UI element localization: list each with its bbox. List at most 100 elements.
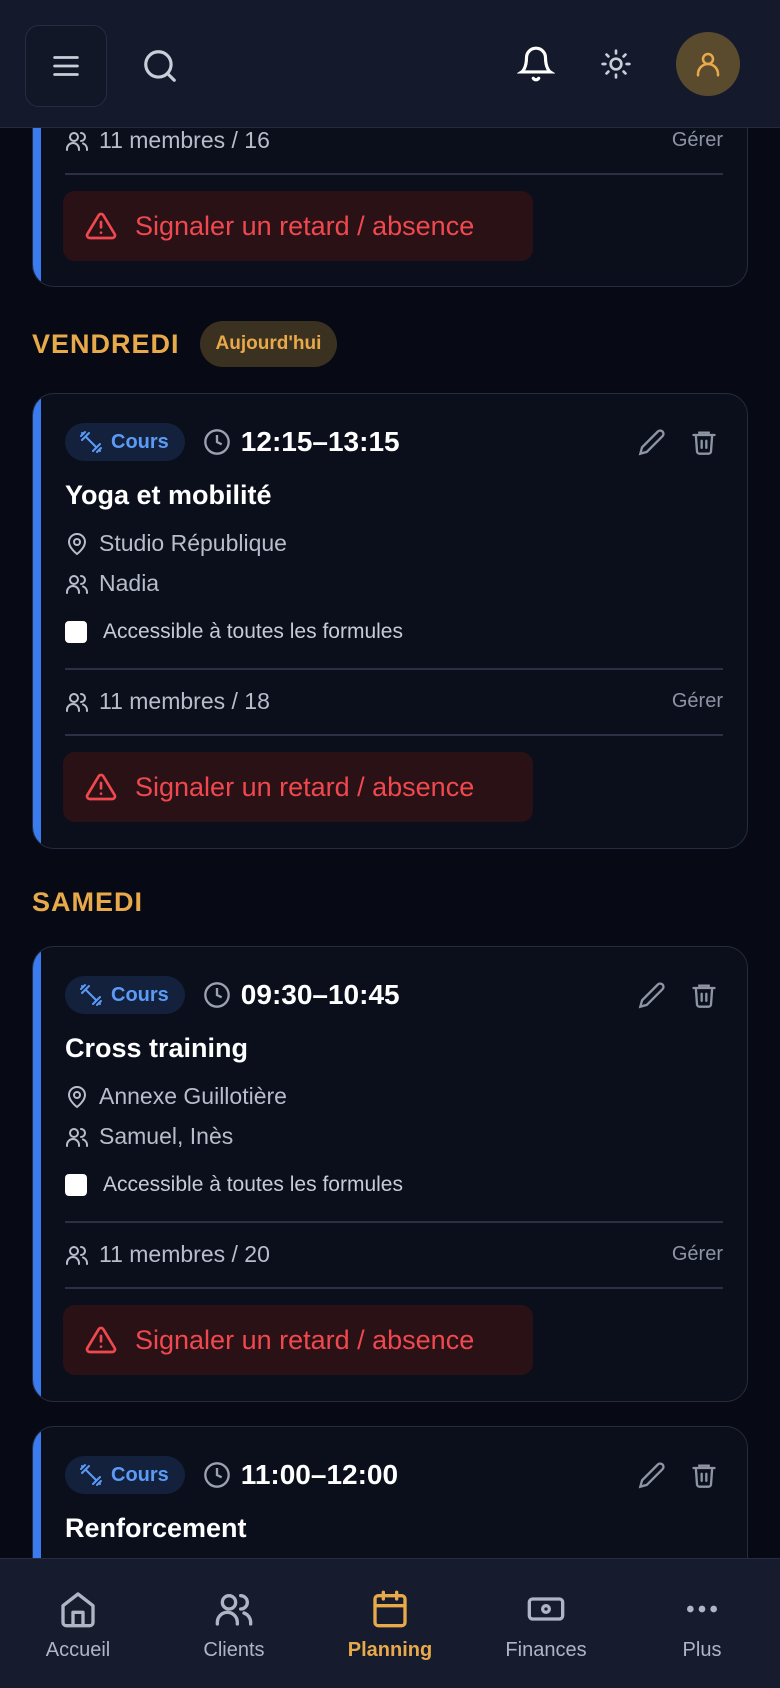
badge-label: Cours — [111, 430, 169, 453]
time-label: 09:30–10:45 — [240, 979, 400, 1010]
session-card[interactable]: Cours 12:15–13:15 Yoga et mobilité Studi… — [32, 393, 748, 849]
theme-toggle-button[interactable] — [588, 36, 644, 92]
members-row: 11 membres / 18 Gérer — [65, 688, 723, 715]
coach-label: Nadia — [99, 570, 160, 596]
nav-item-planning[interactable]: Planning — [312, 1559, 468, 1688]
bell-icon — [517, 46, 555, 82]
edit-icon[interactable] — [637, 1460, 667, 1490]
session-location: Annexe Guillotière — [65, 1083, 287, 1110]
dumbbell-icon — [80, 431, 102, 453]
avatar[interactable] — [676, 32, 740, 96]
coach-label: Samuel, Inès — [99, 1123, 234, 1149]
session-coach: Nadia — [65, 570, 159, 597]
sun-icon — [601, 49, 631, 79]
trash-icon[interactable] — [689, 980, 719, 1010]
divider — [65, 734, 723, 736]
session-header: Cours 11:00–12:00 — [65, 1455, 719, 1495]
dumbbell-icon — [80, 1464, 102, 1486]
search-button[interactable] — [132, 38, 188, 94]
session-coach: Samuel, Inès — [65, 1123, 233, 1150]
report-label: Signaler un retard / absence — [135, 210, 475, 241]
access-label: Accessible à toutes les formules — [103, 1173, 403, 1196]
manage-link[interactable]: Gérer — [672, 690, 723, 713]
access-checkbox-row[interactable]: Accessible à toutes les formules — [65, 1173, 403, 1197]
nav-item-plus[interactable]: Plus — [624, 1559, 780, 1688]
divider — [65, 1287, 723, 1289]
session-header: Cours 12:15–13:15 — [65, 422, 719, 462]
alert-triangle-icon — [85, 773, 117, 801]
bottom-navigation: Accueil Clients Planning Finances Plus — [0, 1558, 780, 1688]
notifications-button[interactable] — [508, 36, 564, 92]
location-label: Annexe Guillotière — [99, 1083, 287, 1109]
members-count: 11 membres / 16 — [99, 127, 270, 153]
search-icon — [144, 50, 176, 82]
users-icon — [212, 1587, 256, 1631]
access-label: Accessible à toutes les formules — [103, 620, 403, 643]
clock-icon — [203, 1462, 230, 1488]
trash-icon[interactable] — [689, 1460, 719, 1490]
access-checkbox[interactable] — [65, 1174, 87, 1196]
nav-item-accueil[interactable]: Accueil — [0, 1559, 156, 1688]
clock-icon — [203, 982, 230, 1008]
session-location: Studio République — [65, 530, 287, 557]
trash-icon[interactable] — [689, 427, 719, 457]
session-title: Renforcement — [65, 1513, 247, 1543]
divider — [65, 1221, 723, 1223]
members-count: 11 membres / 18 — [99, 688, 270, 714]
day-title: SAMEDI — [32, 886, 144, 917]
alert-triangle-icon — [85, 212, 117, 240]
session-title: Cross training — [65, 1033, 249, 1063]
map-pin-icon — [67, 1085, 87, 1108]
nav-label: Plus — [682, 1639, 722, 1661]
access-checkbox[interactable] — [65, 621, 87, 643]
menu-button[interactable] — [25, 25, 107, 107]
report-delay-button[interactable]: Signaler un retard / absence — [63, 752, 533, 822]
report-label: Signaler un retard / absence — [135, 771, 475, 802]
divider — [65, 668, 723, 670]
users-icon — [66, 1127, 88, 1147]
session-actions — [637, 427, 719, 457]
planning-content: 11 membres / 16 Gérer Signaler un retard… — [0, 0, 780, 1688]
edit-icon[interactable] — [637, 980, 667, 1010]
nav-item-clients[interactable]: Clients — [156, 1559, 312, 1688]
session-card[interactable]: Cours 09:30–10:45 Cross training Annexe … — [32, 946, 748, 1402]
calendar-icon — [368, 1587, 412, 1631]
more-icon — [680, 1587, 724, 1631]
divider — [65, 173, 723, 175]
users-icon — [66, 574, 88, 594]
location-label: Studio République — [99, 530, 287, 556]
session-actions — [637, 1460, 719, 1490]
manage-link[interactable]: Gérer — [672, 1243, 723, 1266]
users-icon — [66, 692, 88, 712]
access-checkbox-row[interactable]: Accessible à toutes les formules — [65, 620, 403, 644]
menu-icon — [53, 56, 79, 76]
members-row: 11 membres / 16 Gérer — [65, 127, 723, 154]
users-icon — [66, 1245, 88, 1265]
manage-link[interactable]: Gérer — [672, 129, 723, 152]
members-row: 11 membres / 20 Gérer — [65, 1241, 723, 1268]
nav-label: Clients — [203, 1639, 265, 1661]
nav-label: Accueil — [45, 1639, 111, 1661]
session-title: Yoga et mobilité — [65, 480, 272, 510]
map-pin-icon — [67, 532, 87, 555]
day-heading-saturday: SAMEDI — [32, 884, 143, 920]
edit-icon[interactable] — [637, 427, 667, 457]
nav-item-finances[interactable]: Finances — [468, 1559, 624, 1688]
session-type-badge: Cours — [65, 423, 185, 461]
time-label: 12:15–13:15 — [240, 426, 400, 457]
alert-triangle-icon — [85, 1326, 117, 1354]
members-count: 11 membres / 20 — [99, 1241, 270, 1267]
home-icon — [56, 1587, 100, 1631]
session-time: 11:00–12:00 — [203, 1459, 398, 1491]
today-badge: Aujourd'hui — [199, 321, 338, 367]
top-header — [0, 0, 780, 128]
dumbbell-icon — [80, 984, 102, 1006]
report-delay-button[interactable]: Signaler un retard / absence — [63, 191, 533, 261]
report-delay-button[interactable]: Signaler un retard / absence — [63, 1305, 533, 1375]
badge-label: Cours — [111, 1463, 169, 1486]
user-icon — [696, 52, 720, 77]
nav-label: Planning — [347, 1639, 433, 1661]
users-icon — [66, 131, 88, 151]
badge-label: Cours — [111, 983, 169, 1006]
session-time: 12:15–13:15 — [203, 426, 400, 458]
